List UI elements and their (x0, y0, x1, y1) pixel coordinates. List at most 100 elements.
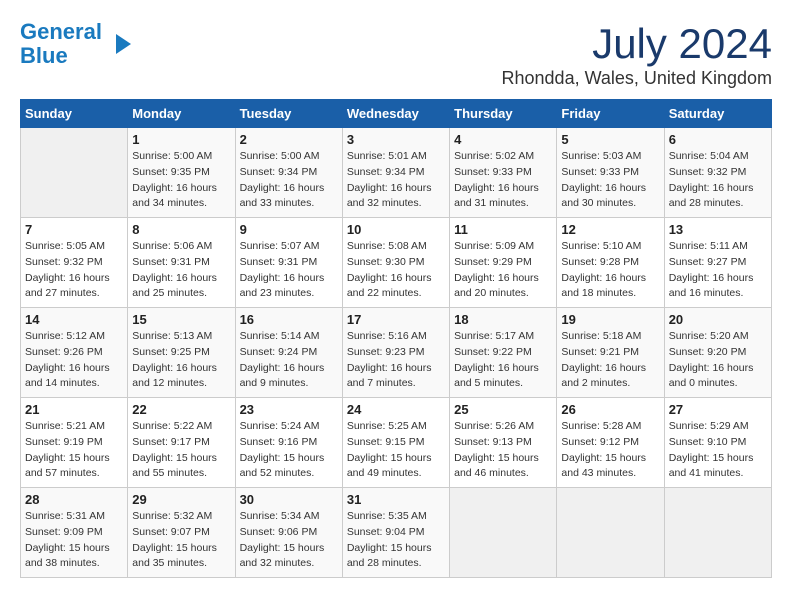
day-info: Sunrise: 5:18 AMSunset: 9:21 PMDaylight:… (561, 329, 659, 392)
logo-text: GeneralBlue (20, 20, 102, 68)
day-info: Sunrise: 5:20 AMSunset: 9:20 PMDaylight:… (669, 329, 767, 392)
calendar-cell (450, 488, 557, 578)
calendar-table: SundayMondayTuesdayWednesdayThursdayFrid… (20, 99, 772, 578)
calendar-cell: 12 Sunrise: 5:10 AMSunset: 9:28 PMDayligh… (557, 218, 664, 308)
month-title: July 2024 (502, 20, 772, 68)
day-info: Sunrise: 5:28 AMSunset: 9:12 PMDaylight:… (561, 419, 659, 482)
day-info: Sunrise: 5:00 AMSunset: 9:34 PMDaylight:… (240, 149, 338, 212)
day-info: Sunrise: 5:32 AMSunset: 9:07 PMDaylight:… (132, 509, 230, 572)
calendar-cell (557, 488, 664, 578)
week-row-2: 7 Sunrise: 5:05 AMSunset: 9:32 PMDaylight… (21, 218, 772, 308)
day-info: Sunrise: 5:14 AMSunset: 9:24 PMDaylight:… (240, 329, 338, 392)
calendar-cell: 27 Sunrise: 5:29 AMSunset: 9:10 PMDayligh… (664, 398, 771, 488)
day-number: 1 (132, 132, 230, 147)
title-area: July 2024 Rhondda, Wales, United Kingdom (502, 20, 772, 89)
calendar-cell: 16 Sunrise: 5:14 AMSunset: 9:24 PMDayligh… (235, 308, 342, 398)
day-number: 14 (25, 312, 123, 327)
day-number: 26 (561, 402, 659, 417)
calendar-cell: 6 Sunrise: 5:04 AMSunset: 9:32 PMDaylight… (664, 128, 771, 218)
calendar-cell: 26 Sunrise: 5:28 AMSunset: 9:12 PMDayligh… (557, 398, 664, 488)
day-info: Sunrise: 5:06 AMSunset: 9:31 PMDaylight:… (132, 239, 230, 302)
calendar-cell: 24Sunrise: 5:25 AMSunset: 9:15 PMDayligh… (342, 398, 449, 488)
day-number: 28 (25, 492, 123, 507)
day-info: Sunrise: 5:04 AMSunset: 9:32 PMDaylight:… (669, 149, 767, 212)
day-info: Sunrise: 5:12 AMSunset: 9:26 PMDaylight:… (25, 329, 123, 392)
day-info: Sunrise: 5:01 AMSunset: 9:34 PMDaylight:… (347, 149, 445, 212)
logo: GeneralBlue (20, 20, 136, 68)
calendar-cell: 14 Sunrise: 5:12 AMSunset: 9:26 PMDayligh… (21, 308, 128, 398)
day-info: Sunrise: 5:09 AMSunset: 9:29 PMDaylight:… (454, 239, 552, 302)
calendar-cell: 2 Sunrise: 5:00 AMSunset: 9:34 PMDaylight… (235, 128, 342, 218)
day-number: 22 (132, 402, 230, 417)
day-number: 18 (454, 312, 552, 327)
day-number: 31 (347, 492, 445, 507)
day-number: 16 (240, 312, 338, 327)
calendar-cell: 28Sunrise: 5:31 AMSunset: 9:09 PMDayligh… (21, 488, 128, 578)
header-sunday: Sunday (21, 100, 128, 128)
calendar-cell: 19 Sunrise: 5:18 AMSunset: 9:21 PMDayligh… (557, 308, 664, 398)
calendar-cell: 10Sunrise: 5:08 AMSunset: 9:30 PMDayligh… (342, 218, 449, 308)
day-number: 21 (25, 402, 123, 417)
calendar-cell: 4Sunrise: 5:02 AMSunset: 9:33 PMDaylight… (450, 128, 557, 218)
calendar-cell: 15 Sunrise: 5:13 AMSunset: 9:25 PMDayligh… (128, 308, 235, 398)
day-info: Sunrise: 5:21 AMSunset: 9:19 PMDaylight:… (25, 419, 123, 482)
day-info: Sunrise: 5:26 AMSunset: 9:13 PMDaylight:… (454, 419, 552, 482)
location-title: Rhondda, Wales, United Kingdom (502, 68, 772, 89)
logo-icon (106, 29, 136, 59)
day-number: 25 (454, 402, 552, 417)
calendar-cell: 1 Sunrise: 5:00 AMSunset: 9:35 PMDaylight… (128, 128, 235, 218)
calendar-cell: 23Sunrise: 5:24 AMSunset: 9:16 PMDayligh… (235, 398, 342, 488)
day-number: 7 (25, 222, 123, 237)
calendar-cell: 18Sunrise: 5:17 AMSunset: 9:22 PMDayligh… (450, 308, 557, 398)
day-info: Sunrise: 5:24 AMSunset: 9:16 PMDaylight:… (240, 419, 338, 482)
day-number: 19 (561, 312, 659, 327)
day-info: Sunrise: 5:02 AMSunset: 9:33 PMDaylight:… (454, 149, 552, 212)
day-number: 13 (669, 222, 767, 237)
day-number: 8 (132, 222, 230, 237)
day-number: 11 (454, 222, 552, 237)
day-number: 27 (669, 402, 767, 417)
header-wednesday: Wednesday (342, 100, 449, 128)
page-header: GeneralBlue July 2024 Rhondda, Wales, Un… (20, 20, 772, 89)
calendar-cell: 7 Sunrise: 5:05 AMSunset: 9:32 PMDaylight… (21, 218, 128, 308)
day-number: 9 (240, 222, 338, 237)
calendar-cell: 5 Sunrise: 5:03 AMSunset: 9:33 PMDaylight… (557, 128, 664, 218)
day-info: Sunrise: 5:13 AMSunset: 9:25 PMDaylight:… (132, 329, 230, 392)
day-info: Sunrise: 5:22 AMSunset: 9:17 PMDaylight:… (132, 419, 230, 482)
calendar-cell: 31 Sunrise: 5:35 AMSunset: 9:04 PMDayligh… (342, 488, 449, 578)
day-info: Sunrise: 5:05 AMSunset: 9:32 PMDaylight:… (25, 239, 123, 302)
week-row-5: 28Sunrise: 5:31 AMSunset: 9:09 PMDayligh… (21, 488, 772, 578)
header-monday: Monday (128, 100, 235, 128)
day-info: Sunrise: 5:16 AMSunset: 9:23 PMDaylight:… (347, 329, 445, 392)
calendar-cell: 3 Sunrise: 5:01 AMSunset: 9:34 PMDaylight… (342, 128, 449, 218)
day-number: 30 (240, 492, 338, 507)
day-number: 5 (561, 132, 659, 147)
calendar-cell: 21 Sunrise: 5:21 AMSunset: 9:19 PMDayligh… (21, 398, 128, 488)
day-info: Sunrise: 5:00 AMSunset: 9:35 PMDaylight:… (132, 149, 230, 212)
day-number: 12 (561, 222, 659, 237)
calendar-cell (664, 488, 771, 578)
day-info: Sunrise: 5:35 AMSunset: 9:04 PMDaylight:… (347, 509, 445, 572)
day-number: 10 (347, 222, 445, 237)
day-info: Sunrise: 5:25 AMSunset: 9:15 PMDaylight:… (347, 419, 445, 482)
calendar-cell: 17 Sunrise: 5:16 AMSunset: 9:23 PMDayligh… (342, 308, 449, 398)
calendar-cell: 25 Sunrise: 5:26 AMSunset: 9:13 PMDayligh… (450, 398, 557, 488)
day-number: 3 (347, 132, 445, 147)
week-row-1: 1 Sunrise: 5:00 AMSunset: 9:35 PMDaylight… (21, 128, 772, 218)
day-number: 2 (240, 132, 338, 147)
day-info: Sunrise: 5:34 AMSunset: 9:06 PMDaylight:… (240, 509, 338, 572)
calendar-cell: 9Sunrise: 5:07 AMSunset: 9:31 PMDaylight… (235, 218, 342, 308)
day-info: Sunrise: 5:03 AMSunset: 9:33 PMDaylight:… (561, 149, 659, 212)
calendar-cell: 8 Sunrise: 5:06 AMSunset: 9:31 PMDaylight… (128, 218, 235, 308)
header-tuesday: Tuesday (235, 100, 342, 128)
day-number: 15 (132, 312, 230, 327)
calendar-cell: 29Sunrise: 5:32 AMSunset: 9:07 PMDayligh… (128, 488, 235, 578)
day-info: Sunrise: 5:10 AMSunset: 9:28 PMDaylight:… (561, 239, 659, 302)
day-number: 6 (669, 132, 767, 147)
calendar-cell (21, 128, 128, 218)
day-number: 17 (347, 312, 445, 327)
week-row-3: 14 Sunrise: 5:12 AMSunset: 9:26 PMDayligh… (21, 308, 772, 398)
calendar-cell: 22 Sunrise: 5:22 AMSunset: 9:17 PMDayligh… (128, 398, 235, 488)
calendar-header-row: SundayMondayTuesdayWednesdayThursdayFrid… (21, 100, 772, 128)
day-info: Sunrise: 5:29 AMSunset: 9:10 PMDaylight:… (669, 419, 767, 482)
